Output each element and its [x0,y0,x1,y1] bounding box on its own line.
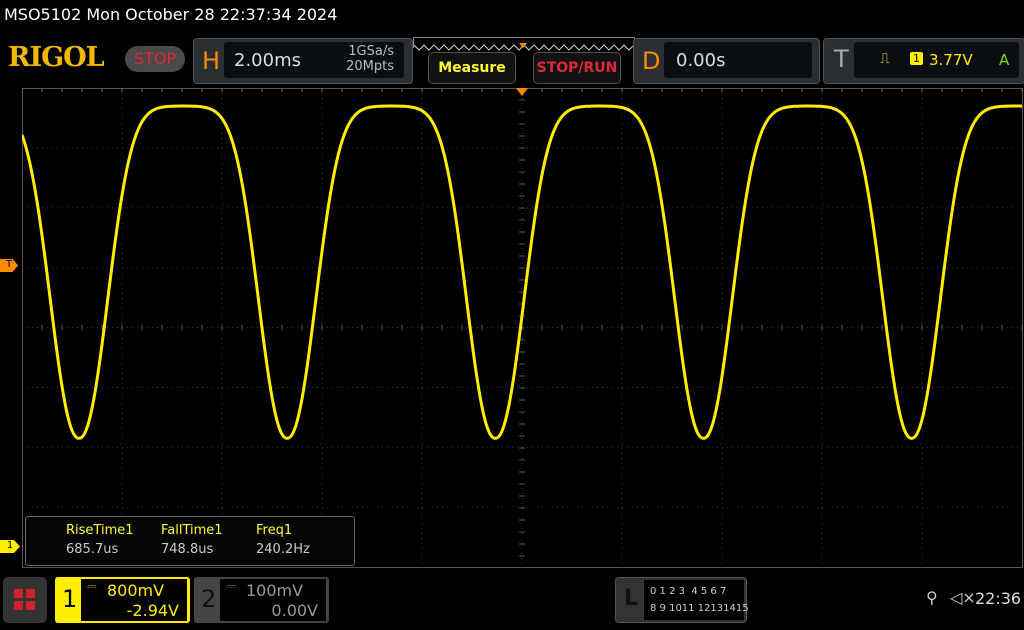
measurement-rise-time: RiseTime1 685.7us [66,523,134,557]
logic-channels-row1: 0 1 2 3 4 5 6 7 [650,586,727,597]
memory-depth: 20Mpts [346,59,394,74]
dc-coupling-icon: ⎓ [226,579,236,593]
dc-coupling-icon: ⎓ [87,579,97,593]
measurement-freq: Freq1 240.2Hz [256,523,310,557]
measurement-fall-time: FallTime1 748.8us [161,523,223,557]
trigger-level-marker[interactable]: T [0,259,18,272]
clock: 22:36 [975,589,1022,608]
logic-label: L [624,586,639,611]
sample-rate: 1GSa/s [348,44,394,59]
main-menu-button[interactable] [3,577,47,623]
channel2-panel[interactable]: 2 ⎓ 100mV 0.00V [194,577,329,623]
rising-edge-icon: ⎍ [880,51,890,67]
trigger-panel[interactable]: T ⎍ 1 3.77V A [823,38,1024,84]
logic-panel[interactable]: L 0 1 2 3 4 5 6 7 8 9 1011 12131415 [615,577,749,623]
channel1-ground-marker[interactable]: 1 [0,540,20,553]
trigger-level: 3.77V [929,51,973,69]
waveform-display[interactable] [22,88,1024,568]
channel2-offset: 0.00V [271,601,318,620]
delay-label: D [642,47,661,75]
measurement-panel: RiseTime1 685.7us FallTime1 748.8us Freq1 2… [25,516,355,566]
window-title: MSO5102 Mon October 28 22:37:34 2024 [4,5,338,24]
rigol-logo: RIGOL [8,42,105,73]
trigger-mode: A [999,51,1010,69]
trigger-position-marker [516,88,528,96]
horizontal-label: H [202,47,221,75]
channel1-offset: -2.94V [126,601,179,620]
mute-icon[interactable]: ◁× [950,588,976,607]
run-state-badge[interactable]: STOP [125,46,185,72]
delay-panel[interactable]: D 0.00s [633,38,820,84]
logic-channels-row2: 8 9 1011 12131415 [650,603,749,614]
usb-icon: ⚲ [926,588,938,607]
channel1-panel[interactable]: 1 ⎓ 800mV -2.94V [55,577,190,623]
channel1-number: 1 [62,585,78,613]
stop-run-button[interactable]: STOP/RUN [533,52,621,84]
memory-overview-bar [413,37,635,51]
grid-icon [14,589,35,610]
channel2-scale: 100mV [246,581,304,600]
timebase-value: 2.00ms [234,50,301,71]
channel2-number: 2 [201,585,217,613]
horizontal-panel[interactable]: H 2.00ms 1GSa/s 20Mpts [193,38,413,84]
delay-value: 0.00s [676,50,726,71]
trigger-source: 1 [910,52,923,65]
measure-button[interactable]: Measure [428,52,516,84]
channel1-scale: 800mV [107,581,165,600]
trigger-label: T [834,45,849,73]
